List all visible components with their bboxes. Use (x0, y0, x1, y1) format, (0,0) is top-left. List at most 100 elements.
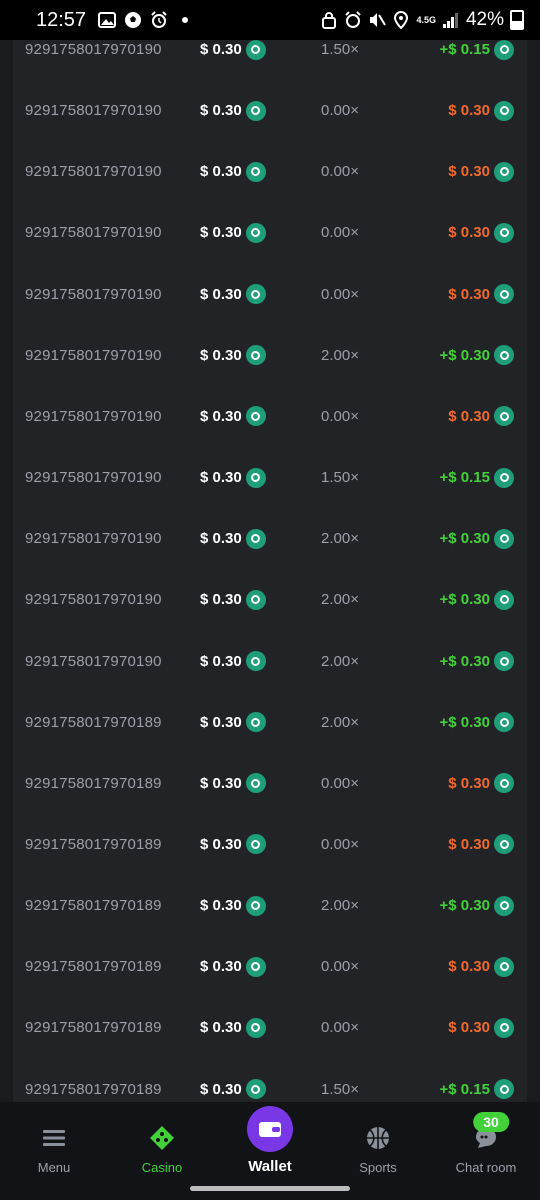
coin-icon (494, 834, 514, 855)
multiplier: 0.00× (321, 958, 359, 976)
bet-amount-value: $ 0.30 (200, 1019, 242, 1037)
nav-sports-label: Sports (359, 1160, 397, 1175)
multiplier: 1.50× (321, 1080, 359, 1098)
nav-casino[interactable]: Casino (108, 1102, 216, 1182)
bet-row[interactable]: 9291758017970190 $ 0.30 0.00× $ 0.30 (13, 264, 527, 325)
notification-dot (182, 17, 189, 23)
multiplier: 0.00× (321, 774, 359, 792)
bet-row[interactable]: 9291758017970190 $ 0.30 1.50× +$ 0.15 (13, 447, 527, 508)
bet-amount-value: $ 0.30 (200, 652, 242, 670)
bet-row[interactable]: 9291758017970189 $ 0.30 2.00× +$ 0.30 (13, 875, 527, 936)
multiplier: 0.00× (321, 102, 359, 120)
payout-value: $ 0.30 (448, 774, 490, 792)
multiplier: 2.00× (321, 530, 359, 548)
bet-amount: $ 0.30 (200, 712, 266, 733)
home-indicator[interactable] (190, 1186, 350, 1191)
bet-row[interactable]: 9291758017970190 $ 0.30 2.00× +$ 0.30 (13, 508, 527, 569)
coin-icon (245, 589, 266, 610)
nav-sports[interactable]: Sports (324, 1102, 432, 1182)
coin-icon (245, 1017, 266, 1038)
multiplier: 2.00× (321, 346, 359, 364)
multiplier: 0.00× (321, 1019, 359, 1037)
payout-value: $ 0.30 (448, 407, 490, 425)
bet-row[interactable]: 9291758017970190 $ 0.30 2.00× +$ 0.30 (13, 569, 527, 630)
payout-value: +$ 0.30 (439, 897, 490, 915)
bet-amount-value: $ 0.30 (200, 285, 242, 303)
coin-icon (245, 222, 266, 243)
network-type: 4.5G (416, 15, 436, 25)
payout: +$ 0.15 (440, 467, 514, 488)
multiplier: 1.50× (321, 41, 359, 58)
coin-icon (245, 345, 266, 366)
nav-menu[interactable]: Menu (0, 1102, 108, 1182)
bet-amount-value: $ 0.30 (200, 224, 242, 242)
bet-row[interactable]: 9291758017970190 $ 0.30 2.00× +$ 0.30 (13, 631, 527, 692)
coin-icon (494, 589, 514, 610)
bet-row[interactable]: 9291758017970189 $ 0.30 0.00× $ 0.30 (13, 997, 527, 1058)
alarm-icon (150, 11, 168, 29)
bet-id: 9291758017970190 (25, 469, 161, 487)
payout-value: +$ 0.15 (439, 1080, 490, 1098)
multiplier: 0.00× (321, 163, 359, 181)
bet-row[interactable]: 9291758017970189 $ 0.30 1.50× +$ 0.15 (13, 1059, 527, 1102)
battery-icon (510, 10, 524, 30)
bet-id: 9291758017970190 (25, 530, 161, 548)
soccer-ball-icon (124, 11, 142, 29)
bet-amount-value: $ 0.30 (200, 530, 242, 548)
coin-icon (245, 40, 266, 60)
bet-row[interactable]: 9291758017970190 $ 0.30 0.00× $ 0.30 (13, 141, 527, 202)
bet-id: 9291758017970190 (25, 591, 161, 609)
bet-row[interactable]: 9291758017970190 $ 0.30 1.50× +$ 0.15 (13, 40, 527, 80)
bet-id: 9291758017970190 (25, 224, 161, 242)
bet-row[interactable]: 9291758017970189 $ 0.30 0.00× $ 0.30 (13, 936, 527, 997)
nav-menu-label: Menu (37, 1160, 71, 1175)
android-lock-icon (320, 11, 338, 29)
basketball-icon (364, 1124, 392, 1152)
bet-amount-value: $ 0.30 (200, 835, 242, 853)
coin-icon (245, 956, 266, 977)
nav-wallet[interactable]: Wallet (216, 1102, 324, 1182)
bet-row[interactable]: 9291758017970189 $ 0.30 0.00× $ 0.30 (13, 814, 527, 875)
bet-history-list[interactable]: 9291758017970190 $ 0.30 1.50× +$ 0.15 929175… (13, 40, 527, 1102)
bet-id: 9291758017970189 (25, 1019, 161, 1037)
bet-row[interactable]: 9291758017970189 $ 0.30 0.00× $ 0.30 (13, 753, 527, 814)
bet-id: 9291758017970189 (25, 1080, 161, 1098)
bet-row[interactable]: 9291758017970190 $ 0.30 2.00× +$ 0.30 (13, 325, 527, 386)
bet-amount: $ 0.30 (200, 773, 266, 794)
coin-icon (245, 161, 266, 182)
payout-value: $ 0.30 (448, 224, 490, 242)
coin-icon (245, 773, 266, 794)
alarm-status-icon (344, 11, 362, 29)
bet-id: 9291758017970190 (25, 163, 161, 181)
payout-value: $ 0.30 (448, 1019, 490, 1037)
mute-icon (368, 11, 387, 29)
payout: $ 0.30 (448, 161, 514, 182)
bet-id: 9291758017970190 (25, 346, 161, 364)
bet-amount-value: $ 0.30 (200, 346, 242, 364)
payout-value: +$ 0.30 (439, 591, 490, 609)
bet-amount-value: $ 0.30 (200, 1080, 242, 1098)
hamburger-icon (40, 1124, 68, 1152)
payout: $ 0.30 (448, 222, 514, 243)
payout: +$ 0.30 (439, 589, 514, 610)
coin-icon (494, 222, 514, 243)
bet-row[interactable]: 9291758017970190 $ 0.30 0.00× $ 0.30 (13, 386, 527, 447)
coin-icon (245, 528, 266, 549)
bet-row[interactable]: 9291758017970190 $ 0.30 0.00× $ 0.30 (13, 202, 527, 263)
bet-row[interactable]: 9291758017970189 $ 0.30 2.00× +$ 0.30 (13, 692, 527, 753)
bet-amount: $ 0.30 (200, 895, 266, 916)
bet-id: 9291758017970189 (25, 835, 161, 853)
payout: +$ 0.30 (440, 651, 514, 671)
coin-icon (245, 100, 266, 121)
coin-icon (494, 773, 514, 794)
coin-icon (245, 1079, 266, 1100)
nav-chat-label: Chat room (455, 1160, 517, 1175)
multiplier: 0.00× (321, 285, 359, 303)
bet-row[interactable]: 9291758017970190 $ 0.30 0.00× $ 0.30 (13, 80, 527, 141)
bet-amount-value: $ 0.30 (200, 163, 242, 181)
bet-id: 9291758017970189 (25, 774, 161, 792)
wallet-icon (247, 1106, 293, 1152)
coin-icon (245, 834, 266, 855)
coin-icon (245, 406, 266, 427)
payout-value: $ 0.30 (448, 163, 490, 181)
